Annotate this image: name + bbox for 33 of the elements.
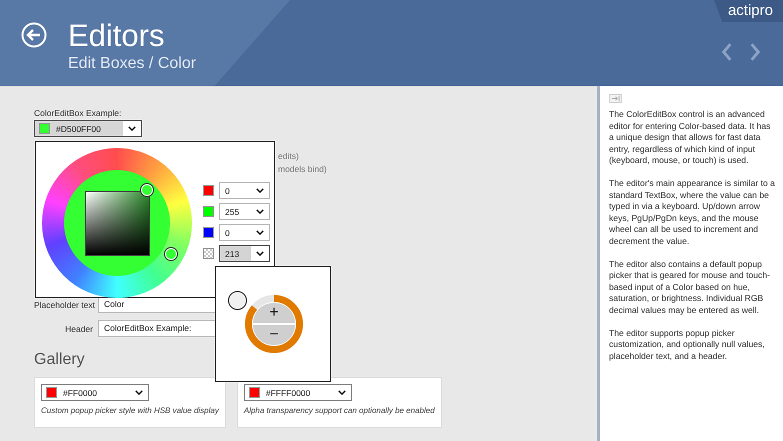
field-label: Placeholder text: [34, 300, 93, 310]
drag-knob[interactable]: [228, 291, 247, 310]
number-combo-box[interactable]: 0: [219, 224, 270, 241]
chevron-down-icon: [256, 209, 264, 214]
color-combo-box[interactable]: #D500FF00: [34, 120, 142, 137]
page-title: Editors: [68, 18, 166, 54]
caption: Alpha transparency support can optionally be enabled: [244, 406, 435, 415]
chevron-down-icon: [256, 188, 264, 193]
handle[interactable]: [164, 247, 178, 261]
caption: Custom popup picker style with HSB value display: [41, 406, 219, 415]
description-paragraph: The editor's main appearance is similar to a standard TextBox, where the value can be typed in via a keyboard. Up/down arrow keys, PgUp/PgDn keys, and the mouse wheel can all be used to increment and decrement the value.: [609, 178, 776, 248]
brand-logo: actipro: [714, 0, 783, 22]
chevron-down-icon: [338, 390, 346, 395]
section-heading: Gallery: [34, 351, 86, 369]
color-combo-box[interactable]: #FF0000: [41, 384, 149, 401]
chevron-down-icon: [256, 230, 264, 235]
chevron-down-icon: [135, 390, 143, 395]
number-combo-box[interactable]: 213: [219, 245, 270, 262]
number-combo-box[interactable]: 255: [219, 203, 270, 220]
description-paragraph: The ColorEditBox control is an advanced editor for entering Color-based data. It has a unique design that allows for fast data entry, regardless of which kind of input (keyboard, mouse, or touch) is used.: [609, 109, 772, 167]
number-combo-box[interactable]: 0: [219, 182, 270, 199]
option-text: models bind): [278, 163, 328, 176]
brightness-square[interactable]: [84, 190, 150, 256]
color-combo-box[interactable]: #FFFF0000: [244, 384, 352, 401]
page-subtitle: Edit Boxes / Color: [68, 54, 196, 74]
transparency-icon: [203, 248, 214, 259]
option-text: edits): [278, 150, 300, 163]
description-paragraph: The editor also contains a default popup picker that is geared for mouse and touch-based input of a Color based on hue, saturation, or brightness. Individual RGB decimal values may be entered as well.: [609, 258, 771, 316]
description-paragraph: The editor supports popup picker customization, and optionally null values, placeholder text, and a header.: [609, 328, 766, 362]
field-label: Header: [64, 324, 93, 334]
field-label: ColorEditBox Example:: [34, 108, 122, 118]
chevron-down-icon: [256, 251, 264, 256]
chevron-down-icon: [128, 126, 136, 131]
